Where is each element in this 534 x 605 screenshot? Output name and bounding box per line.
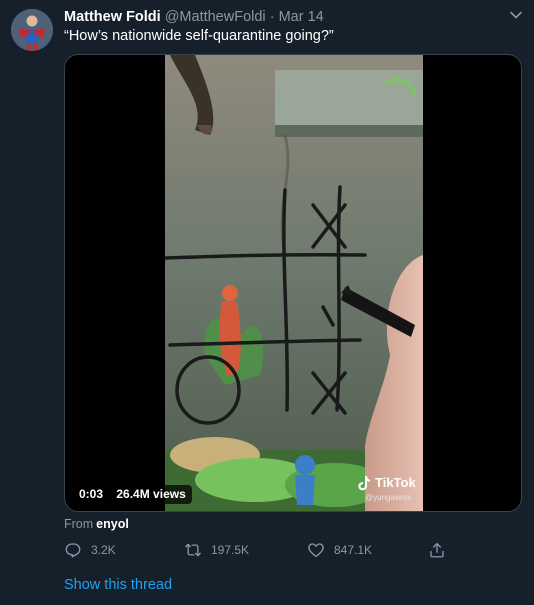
- source-label: From: [64, 517, 94, 531]
- tweet-text: “How’s nationwide self-quarantine going?…: [64, 28, 334, 44]
- chevron-down-icon[interactable]: [509, 8, 523, 22]
- tiktok-username: @yungavess: [365, 493, 412, 502]
- video-frame[interactable]: [165, 55, 423, 511]
- tiktok-logo-icon: [358, 476, 370, 491]
- reply-icon: [65, 543, 81, 558]
- like-count: 847.1K: [334, 543, 373, 557]
- retweet-button[interactable]: 197.5K: [184, 540, 249, 560]
- share-icon: [430, 542, 444, 558]
- tweet-date[interactable]: Mar 14: [279, 9, 324, 25]
- reply-count: 3.2K: [91, 543, 116, 557]
- source-account[interactable]: enyol: [96, 517, 129, 531]
- share-button[interactable]: [428, 540, 446, 560]
- tiktok-watermark: TikTok @yungavess: [357, 473, 427, 503]
- media-source: From enyol: [64, 517, 129, 531]
- video-views: 26.4M views: [116, 487, 186, 501]
- video-timebar: 0:03 26.4M views: [73, 485, 192, 504]
- retweet-count: 197.5K: [211, 543, 250, 557]
- heart-icon: [308, 543, 324, 558]
- retweet-icon: [185, 543, 201, 557]
- author-handle[interactable]: @MatthewFoldi: [165, 9, 266, 25]
- show-thread-link[interactable]: Show this thread: [64, 577, 172, 593]
- action-bar: 3.2K 197.5K 847.1K: [64, 540, 454, 560]
- video-player[interactable]: 0:03 26.4M views TikTok @yungavess: [64, 54, 522, 512]
- header-separator: ·: [269, 9, 275, 25]
- video-thumbnail: [165, 55, 423, 511]
- reply-button[interactable]: 3.2K: [64, 540, 116, 560]
- tweet-header: Matthew Foldi @MatthewFoldi · Mar 14: [64, 9, 494, 27]
- like-button[interactable]: 847.1K: [307, 540, 372, 560]
- avatar[interactable]: [11, 9, 53, 51]
- tweet[interactable]: Matthew Foldi @MatthewFoldi · Mar 14 “Ho…: [0, 0, 534, 605]
- video-time: 0:03: [79, 487, 104, 501]
- tiktok-brand: TikTok: [375, 475, 416, 490]
- author-name[interactable]: Matthew Foldi: [64, 9, 161, 25]
